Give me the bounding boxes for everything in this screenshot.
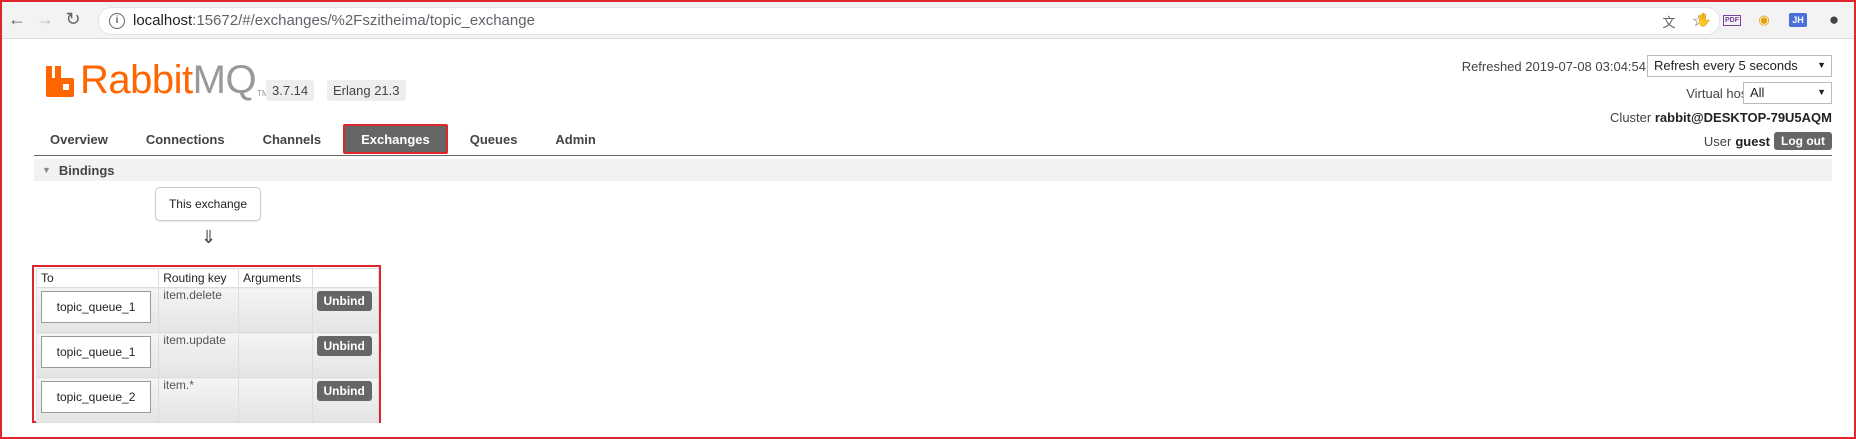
back-icon[interactable]: ←	[6, 8, 28, 30]
collapse-triangle-icon: ▼	[42, 165, 51, 175]
virtual-host-value: All	[1750, 85, 1765, 100]
virtual-host-select[interactable]: All ▼	[1743, 82, 1832, 104]
url-host: localhost	[133, 12, 193, 29]
refresh-interval-select[interactable]: Refresh every 5 seconds ▼	[1647, 55, 1832, 77]
erlang-version-badge: Erlang 21.3	[327, 80, 406, 101]
cluster-label: Cluster	[1610, 110, 1652, 125]
reload-icon[interactable]: ↻	[62, 8, 84, 30]
dropdown-arrow-icon: ▼	[1817, 87, 1826, 97]
arguments-cell	[238, 287, 313, 333]
dropdown-arrow-icon: ▼	[1817, 60, 1826, 70]
bindings-title: Bindings	[58, 162, 115, 178]
extension-hand-icon[interactable]: ✋	[1694, 10, 1714, 30]
extension-jh-icon[interactable]: JH	[1788, 10, 1808, 30]
refresh-interval-value: Refresh every 5 seconds	[1654, 58, 1798, 73]
address-bar[interactable]: i localhost:15672/#/exchanges/%2Fszithei…	[98, 7, 1720, 35]
unbind-button[interactable]: Unbind	[316, 381, 372, 401]
routing-key-cell: item.update	[158, 332, 240, 378]
table-row: topic_queue_1 item.update Unbind	[35, 332, 379, 378]
column-header-to: To	[35, 268, 160, 288]
queue-link[interactable]: topic_queue_1	[41, 336, 151, 368]
column-header-actions	[311, 268, 379, 288]
user-info: User guest Log out	[1704, 132, 1832, 150]
browser-toolbar: ← → ↻ i localhost:15672/#/exchanges/%2Fs…	[2, 2, 1854, 39]
tab-admin[interactable]: Admin	[539, 124, 611, 154]
rabbit-logo-icon	[46, 66, 76, 98]
main-nav-tabs: Overview Connections Channels Exchanges …	[34, 124, 618, 154]
user-name: guest	[1735, 133, 1771, 149]
tabs-divider	[34, 155, 1832, 156]
virtual-host-label: Virtual host	[1686, 86, 1751, 101]
table-row: topic_queue_1 item.delete Unbind	[35, 287, 379, 333]
url-path: :15672/#/exchanges/%2Fszitheima/topic_ex…	[192, 12, 535, 29]
extension-y-icon[interactable]: ◉	[1754, 10, 1774, 30]
unbind-button[interactable]: Unbind	[316, 291, 372, 311]
rabbitmq-logo[interactable]: RabbitMQ TM	[46, 58, 269, 102]
tab-queues[interactable]: Queues	[454, 124, 534, 154]
this-exchange-box: This exchange	[155, 187, 261, 221]
queue-link[interactable]: topic_queue_2	[41, 381, 151, 413]
translate-icon[interactable]: 文	[1659, 11, 1679, 31]
down-arrow-icon: ⇓	[201, 227, 217, 247]
cluster-name: rabbit@DESKTOP-79U5AQM	[1654, 110, 1832, 125]
rabbitmq-version-badge: 3.7.14	[266, 80, 315, 101]
refreshed-timestamp: Refreshed 2019-07-08 03:04:54	[1461, 59, 1646, 74]
tab-connections[interactable]: Connections	[130, 124, 241, 154]
queue-link[interactable]: topic_queue_1	[41, 291, 151, 323]
tab-channels[interactable]: Channels	[247, 124, 338, 154]
logo-wordmark: RabbitMQ	[80, 58, 257, 102]
routing-key-cell: item.*	[158, 377, 240, 423]
table-header-row: To Routing key Arguments	[35, 268, 379, 288]
user-label: User	[1703, 133, 1732, 149]
column-header-routing-key: Routing key	[158, 268, 240, 288]
profile-icon[interactable]: ●	[1824, 10, 1844, 30]
logout-button[interactable]: Log out	[1774, 132, 1832, 150]
url-text: localhost:15672/#/exchanges/%2Fszitheima…	[133, 12, 535, 29]
tab-overview[interactable]: Overview	[34, 124, 124, 154]
cluster-info: Cluster rabbit@DESKTOP-79U5AQM	[1610, 110, 1832, 125]
arguments-cell	[238, 377, 313, 423]
routing-key-cell: item.delete	[158, 287, 240, 333]
bindings-table-container: To Routing key Arguments topic_queue_1 i…	[32, 265, 381, 423]
table-row: topic_queue_2 item.* Unbind	[35, 377, 379, 423]
extension-pdf-icon[interactable]: PDF	[1722, 10, 1742, 30]
bindings-table: To Routing key Arguments topic_queue_1 i…	[35, 268, 379, 423]
bindings-section-toggle[interactable]: ▼ Bindings	[34, 159, 1832, 181]
column-header-arguments: Arguments	[238, 268, 313, 288]
info-icon[interactable]: i	[109, 13, 125, 29]
arguments-cell	[238, 332, 313, 378]
forward-icon[interactable]: →	[34, 8, 56, 30]
tab-exchanges[interactable]: Exchanges	[343, 124, 448, 154]
unbind-button[interactable]: Unbind	[316, 336, 372, 356]
